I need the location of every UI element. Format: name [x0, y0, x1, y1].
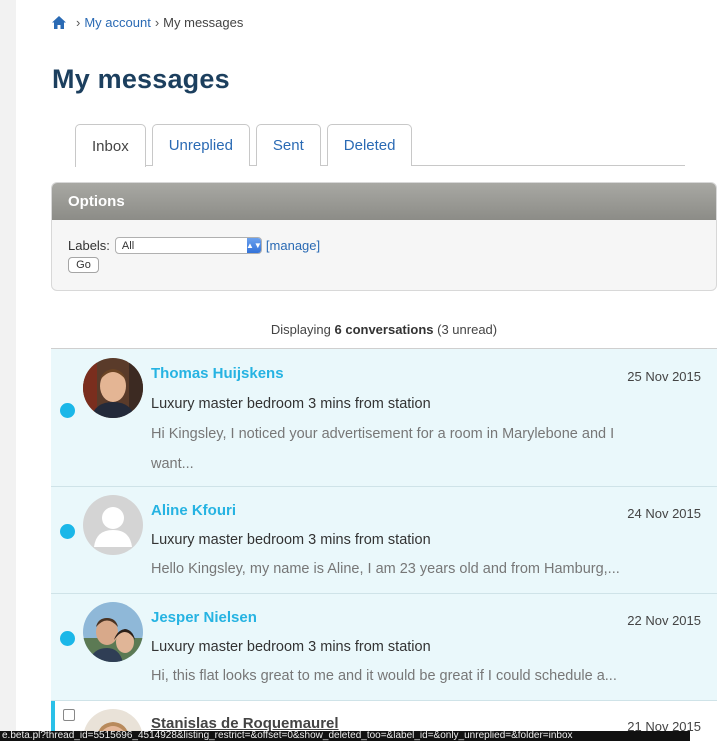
tab-unreplied[interactable]: Unreplied [151, 124, 250, 166]
sender-name[interactable]: Stanislas de Roquemaurel [151, 715, 339, 732]
message-preview: Hi Kingsley, I noticed your advertisemen… [151, 426, 615, 472]
unread-dot-icon [60, 524, 75, 539]
left-page-margin [0, 0, 16, 741]
select-conversation-checkbox[interactable] [63, 709, 75, 721]
message-folder-tabs: Inbox Unreplied Sent Deleted [75, 124, 685, 167]
tab-deleted[interactable]: Deleted [326, 124, 413, 166]
unread-dot-icon [60, 631, 75, 646]
summary-unread: (3 unread) [437, 322, 498, 337]
conversation-list: Thomas Huijskens 25 Nov 2015 Luxury mast… [51, 348, 717, 741]
go-button[interactable]: Go [68, 257, 99, 273]
message-subject: Luxury master bedroom 3 mins from statio… [151, 532, 431, 548]
home-icon[interactable] [52, 16, 66, 29]
message-preview: Hello Kingsley, my name is Aline, I am 2… [151, 561, 620, 577]
message-date: 22 Nov 2015 [627, 613, 701, 628]
page-title: My messages [52, 64, 230, 94]
default-avatar-icon[interactable] [83, 495, 143, 555]
summary-prefix: Displaying [270, 322, 331, 337]
tab-inbox[interactable]: Inbox [75, 124, 146, 167]
manage-labels-link[interactable]: [manage] [266, 238, 320, 253]
sender-name[interactable]: Aline Kfouri [151, 502, 236, 519]
message-date: 24 Nov 2015 [627, 506, 701, 521]
conversation-row[interactable]: Aline Kfouri 24 Nov 2015 Luxury master b… [51, 487, 717, 594]
conversation-summary: Displaying 6 conversations (3 unread) [51, 322, 717, 337]
tab-sent[interactable]: Sent [255, 124, 321, 166]
breadcrumb-separator: › [76, 15, 81, 30]
conversation-row[interactable]: Jesper Nielsen 22 Nov 2015 Luxury master… [51, 594, 717, 701]
breadcrumb-my-account-link[interactable]: My account [84, 15, 150, 30]
avatar[interactable] [83, 358, 143, 418]
unread-dot-icon [60, 403, 75, 418]
sender-name[interactable]: Thomas Huijskens [151, 365, 284, 382]
conversation-row[interactable]: Thomas Huijskens 25 Nov 2015 Luxury mast… [51, 349, 717, 487]
breadcrumb-separator: › [154, 15, 160, 30]
breadcrumb-current: My messages [163, 15, 244, 30]
message-preview: Hi, this flat looks great to me and it w… [151, 668, 617, 684]
message-date: 25 Nov 2015 [627, 369, 701, 384]
labels-select[interactable]: All ▲▼ [114, 237, 262, 254]
message-subject: Luxury master bedroom 3 mins from statio… [151, 396, 431, 412]
avatar[interactable] [83, 602, 143, 662]
options-panel-title: Options [52, 183, 716, 220]
summary-count: 6 conversations [334, 322, 434, 337]
select-arrows-icon: ▲▼ [246, 238, 261, 253]
breadcrumb: › My account › My messages [52, 15, 243, 30]
labels-label: Labels: [68, 238, 110, 253]
status-bar-url: e.beta.pl?thread_id=5515696_4514928&list… [0, 731, 690, 741]
message-subject: Luxury master bedroom 3 mins from statio… [151, 639, 431, 655]
options-panel: Options Labels: All ▲▼ [manage] Go [51, 182, 717, 291]
sender-name[interactable]: Jesper Nielsen [151, 609, 257, 626]
labels-select-value: All [121, 239, 135, 252]
